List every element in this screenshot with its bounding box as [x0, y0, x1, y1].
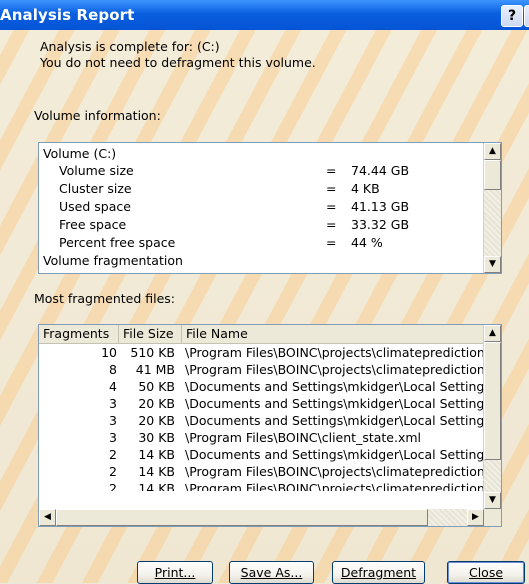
- cluster-size-key: Cluster size: [59, 181, 132, 196]
- message-line-1: Analysis is complete for: (C:): [40, 39, 220, 54]
- volume-size-eq: =: [326, 163, 337, 178]
- volume-info-box[interactable]: Volume (C:) Volume size = 74.44 GB Clust…: [38, 142, 502, 274]
- scrollbar-corner: [484, 509, 501, 526]
- analysis-message: Analysis is complete for: (C:) You do no…: [40, 39, 316, 71]
- volume-fragmentation-key: Volume fragmentation: [43, 253, 183, 268]
- print-button[interactable]: Print...: [137, 561, 213, 584]
- table-row[interactable]: 10 510 KB \Program Files\BOINC\projects\…: [39, 345, 484, 360]
- fragments-cell: 3: [109, 413, 117, 428]
- message-line-2: You do not need to defragment this volum…: [40, 55, 316, 70]
- volume-size-value: 74.44 GB: [351, 163, 410, 178]
- close-button-label: Close: [468, 565, 504, 580]
- fragments-cell: 10: [101, 345, 117, 360]
- file-size-cell: 14 KB: [138, 447, 175, 462]
- column-header-fragments[interactable]: Fragments: [39, 325, 119, 343]
- free-space-key: Free space: [59, 217, 127, 232]
- title-bar: Analysis Report ? ×: [0, 0, 529, 30]
- file-size-cell: 41 MB: [135, 362, 175, 377]
- volume-info-label: Volume information:: [34, 108, 161, 123]
- used-space-key: Used space: [59, 199, 131, 214]
- fragments-cell: 2: [109, 447, 117, 462]
- volume-info-scrollbar[interactable]: ▲ ▼: [483, 143, 501, 273]
- used-space-eq: =: [326, 199, 337, 214]
- percent-free-eq: =: [326, 235, 337, 250]
- percent-free-key: Percent free space: [59, 235, 176, 250]
- fragments-cell: 2: [109, 464, 117, 479]
- file-name-cell: \Documents and Settings\mkidger\Local Se…: [185, 413, 484, 428]
- table-row[interactable]: 3 20 KB \Documents and Settings\mkidger\…: [39, 396, 484, 411]
- fragments-cell: 4: [109, 379, 117, 394]
- list-header: Fragments File Size File Name: [39, 325, 484, 344]
- fragmented-files-list[interactable]: Fragments File Size File Name 10 510 KB …: [38, 324, 502, 527]
- file-name-cell: \Documents and Settings\mkidger\Local Se…: [185, 396, 484, 411]
- scroll-down-icon[interactable]: ▼: [484, 492, 501, 509]
- file-size-cell: 510 KB: [130, 345, 175, 360]
- defragment-button-label: Defragment: [340, 565, 417, 580]
- window-close-button[interactable]: ×: [524, 5, 529, 27]
- percent-free-value: 44 %: [351, 235, 383, 250]
- help-button[interactable]: ?: [501, 5, 523, 27]
- scroll-down-icon[interactable]: ▼: [484, 256, 501, 273]
- table-row[interactable]: 3 20 KB \Documents and Settings\mkidger\…: [39, 413, 484, 428]
- files-hscroll-thumb[interactable]: [56, 509, 428, 526]
- volume-scroll-thumb[interactable]: [484, 160, 501, 190]
- column-header-file-size[interactable]: File Size: [119, 325, 182, 343]
- file-size-cell: 14 KB: [138, 464, 175, 479]
- save-as-button-label: Save As...: [240, 565, 303, 580]
- files-scroll-thumb[interactable]: [484, 342, 501, 460]
- close-button[interactable]: Close: [447, 561, 525, 584]
- table-row[interactable]: 2 14 KB \Program Files\BOINC\projects\cl…: [39, 481, 484, 491]
- file-name-cell: \Program Files\BOINC\client_state.xml: [185, 430, 422, 445]
- fragments-cell: 3: [109, 396, 117, 411]
- print-button-label: Print...: [154, 565, 196, 580]
- analysis-report-dialog: Analysis Report ? × Analysis is complete…: [0, 0, 529, 584]
- table-row[interactable]: 8 41 MB \Program Files\BOINC\projects\cl…: [39, 362, 484, 377]
- file-name-cell: \Program Files\BOINC\projects\climatepre…: [185, 464, 484, 479]
- column-header-file-name[interactable]: File Name: [182, 325, 484, 343]
- fragments-cell: 2: [109, 481, 117, 491]
- scroll-up-icon[interactable]: ▲: [484, 143, 501, 160]
- fragmented-files-label: Most fragmented files:: [34, 291, 176, 306]
- defragment-button[interactable]: Defragment: [332, 561, 425, 584]
- window-title: Analysis Report: [0, 6, 135, 24]
- save-as-button[interactable]: Save As...: [229, 561, 314, 584]
- used-space-value: 41.13 GB: [351, 199, 410, 214]
- free-space-value: 33.32 GB: [351, 217, 410, 232]
- cluster-size-eq: =: [326, 181, 337, 196]
- scroll-up-icon[interactable]: ▲: [484, 325, 501, 342]
- scroll-right-icon[interactable]: ▶: [467, 509, 484, 526]
- file-name-cell: \Program Files\BOINC\projects\climatepre…: [185, 481, 484, 491]
- file-size-cell: 14 KB: [138, 481, 175, 491]
- file-name-cell: \Documents and Settings\mkidger\Local Se…: [185, 379, 484, 394]
- fragments-cell: 3: [109, 430, 117, 445]
- free-space-eq: =: [326, 217, 337, 232]
- files-horizontal-scrollbar[interactable]: ◀ ▶: [39, 509, 501, 526]
- table-row[interactable]: 3 30 KB \Program Files\BOINC\client_stat…: [39, 430, 484, 445]
- file-size-cell: 30 KB: [138, 430, 175, 445]
- file-size-cell: 50 KB: [138, 379, 175, 394]
- files-vertical-scrollbar[interactable]: ▲ ▼: [483, 325, 501, 509]
- fragments-cell: 8: [109, 362, 117, 377]
- table-row[interactable]: 2 14 KB \Documents and Settings\mkidger\…: [39, 447, 484, 462]
- file-size-cell: 20 KB: [138, 396, 175, 411]
- table-row[interactable]: 2 14 KB \Program Files\BOINC\projects\cl…: [39, 464, 484, 479]
- file-name-cell: \Program Files\BOINC\projects\climatepre…: [185, 345, 484, 360]
- file-name-cell: \Documents and Settings\mkidger\Local Se…: [185, 447, 484, 462]
- file-name-cell: \Program Files\BOINC\projects\climatepre…: [185, 362, 484, 377]
- table-row[interactable]: 4 50 KB \Documents and Settings\mkidger\…: [39, 379, 484, 394]
- volume-row-key: Volume (C:): [43, 146, 117, 161]
- volume-size-key: Volume size: [59, 163, 134, 178]
- file-size-cell: 20 KB: [138, 413, 175, 428]
- cluster-size-value: 4 KB: [351, 181, 380, 196]
- scroll-left-icon[interactable]: ◀: [39, 509, 56, 526]
